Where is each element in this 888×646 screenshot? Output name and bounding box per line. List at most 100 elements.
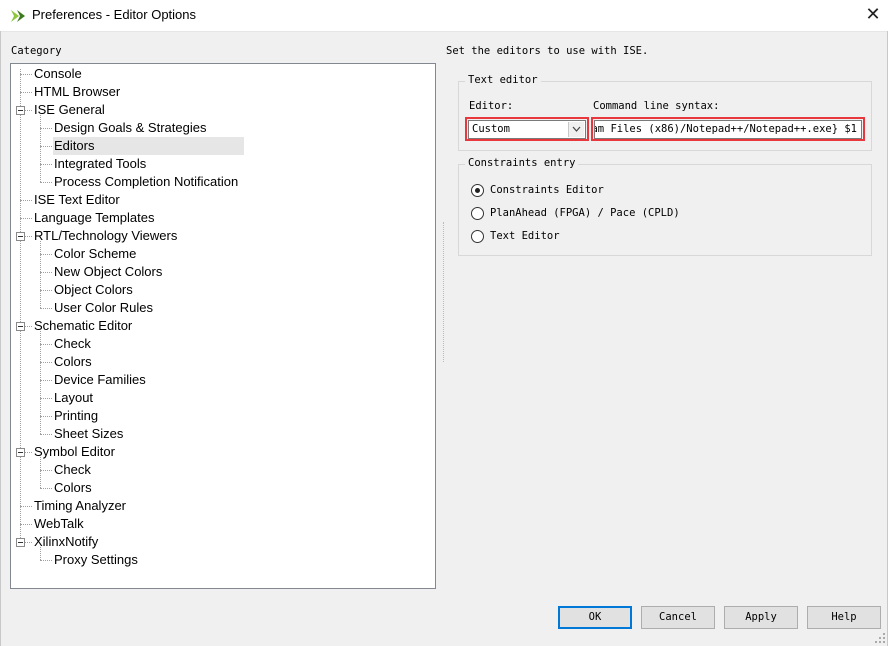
radio-button[interactable]: [471, 230, 484, 243]
apply-button[interactable]: Apply: [724, 606, 798, 629]
tree-item[interactable]: WebTalk: [33, 515, 84, 533]
tree-item[interactable]: Printing: [53, 407, 98, 425]
xilinx-logo-icon: [11, 10, 25, 22]
tree-item[interactable]: Layout: [53, 389, 93, 407]
tree-item-label: ISE Text Editor: [34, 192, 120, 207]
tree-item-label: Process Completion Notification: [54, 174, 239, 189]
radio-label: Text Editor: [490, 230, 560, 242]
tree-item[interactable]: Editors: [53, 137, 244, 155]
tree-item[interactable]: Colors: [53, 353, 92, 371]
collapse-icon[interactable]: [16, 538, 25, 547]
tree-connector: [40, 434, 52, 435]
tree-item-label: Timing Analyzer: [34, 498, 126, 513]
tree-item-label: Check: [54, 462, 91, 477]
close-icon: ✕: [865, 4, 881, 24]
tree-item[interactable]: ISE General: [33, 101, 105, 119]
panel-splitter[interactable]: [443, 222, 447, 362]
collapse-icon[interactable]: [16, 232, 25, 241]
tree-item-label: Device Families: [54, 372, 146, 387]
tree-item[interactable]: Design Goals & Strategies: [53, 119, 206, 137]
help-button[interactable]: Help: [807, 606, 881, 629]
tree-item[interactable]: Console: [33, 65, 82, 83]
tree-connector: [20, 218, 32, 219]
tree-item-label: Object Colors: [54, 282, 133, 297]
ok-button[interactable]: OK: [558, 606, 632, 629]
chevron-down-icon[interactable]: [568, 122, 584, 137]
collapse-icon[interactable]: [16, 322, 25, 331]
tree-item-label: ISE General: [34, 102, 105, 117]
collapse-icon[interactable]: [16, 106, 25, 115]
close-button[interactable]: ✕: [858, 0, 888, 31]
tree-item[interactable]: Check: [53, 335, 91, 353]
tree-item[interactable]: XilinxNotify: [33, 533, 98, 551]
tree-item-label: New Object Colors: [54, 264, 163, 279]
tree-item-label: Symbol Editor: [34, 444, 115, 459]
tree-item-label: Proxy Settings: [54, 552, 138, 567]
tree-connector: [40, 362, 52, 363]
tree-item-label: XilinxNotify: [34, 534, 99, 549]
collapse-icon[interactable]: [16, 448, 25, 457]
radio-label: Constraints Editor: [490, 184, 604, 196]
editor-select-value: Custom: [472, 123, 510, 135]
tree-item[interactable]: Color Scheme: [53, 245, 136, 263]
tree-item-label: WebTalk: [34, 516, 84, 531]
tree-connector: [40, 416, 52, 417]
window-border-left: [0, 31, 1, 646]
tree-item-label: Layout: [54, 390, 94, 405]
radio-button[interactable]: [471, 207, 484, 220]
tree-item-label: RTL/Technology Viewers: [34, 228, 178, 243]
tree-connector: [40, 488, 52, 489]
tree-connector: [40, 272, 52, 273]
tree-connector: [20, 524, 32, 525]
tree-item[interactable]: ISE Text Editor: [33, 191, 120, 209]
tree-connector: [40, 380, 52, 381]
tree-item-label: Console: [34, 66, 82, 81]
tree-item[interactable]: Object Colors: [53, 281, 133, 299]
tree-item[interactable]: Symbol Editor: [33, 443, 115, 461]
radio-label: PlanAhead (FPGA) / Pace (CPLD): [490, 207, 680, 219]
tree-item[interactable]: Check: [53, 461, 91, 479]
tree-connector: [40, 164, 52, 165]
tree-item-label: Sheet Sizes: [54, 426, 124, 441]
tree-item-label: Colors: [54, 354, 92, 369]
tree-item[interactable]: User Color Rules: [53, 299, 153, 317]
editor-select[interactable]: Custom: [468, 120, 586, 139]
tree-connector: [40, 560, 52, 561]
tree-item-label: Color Scheme: [54, 246, 137, 261]
tree-connector: [40, 457, 41, 488]
tree-item[interactable]: Process Completion Notification: [53, 173, 238, 191]
tree-connector: [40, 115, 41, 182]
command-line-input[interactable]: {C:/Program Files (x86)/Notepad++/Notepa…: [594, 120, 862, 139]
editor-label: Editor:: [469, 100, 514, 112]
title-bar: Preferences - Editor Options ✕: [0, 0, 888, 32]
tree-item[interactable]: RTL/Technology Viewers: [33, 227, 177, 245]
command-line-label: Command line syntax:: [593, 100, 720, 112]
resize-grip-icon[interactable]: [875, 633, 885, 643]
tree-item[interactable]: Schematic Editor: [33, 317, 132, 335]
tree-item-label: HTML Browser: [34, 84, 121, 99]
tree-connector: [40, 182, 52, 183]
tree-item[interactable]: Proxy Settings: [53, 551, 138, 569]
category-tree[interactable]: Console HTML Browser ISE General Design Goa…: [10, 63, 436, 589]
category-label: Category: [11, 45, 62, 57]
tree-item[interactable]: Device Families: [53, 371, 146, 389]
tree-item-label: Schematic Editor: [34, 318, 133, 333]
tree-item-label: Colors: [54, 480, 92, 495]
tree-item[interactable]: Integrated Tools: [53, 155, 146, 173]
tree-item-label: User Color Rules: [54, 300, 153, 315]
radio-button[interactable]: [471, 184, 484, 197]
tree-connector: [20, 69, 21, 542]
tree-item[interactable]: Language Templates: [33, 209, 154, 227]
tree-connector: [20, 200, 32, 201]
tree-connector: [20, 92, 32, 93]
text-editor-group-title: Text editor: [465, 74, 541, 86]
tree-item[interactable]: Sheet Sizes: [53, 425, 123, 443]
tree-item[interactable]: Timing Analyzer: [33, 497, 126, 515]
tree-item[interactable]: Colors: [53, 479, 92, 497]
cancel-button[interactable]: Cancel: [641, 606, 715, 629]
tree-item-label: Editors: [54, 138, 95, 153]
window-title: Preferences - Editor Options: [32, 7, 197, 22]
tree-item[interactable]: New Object Colors: [53, 263, 162, 281]
tree-connector: [40, 146, 52, 147]
tree-item[interactable]: HTML Browser: [33, 83, 120, 101]
